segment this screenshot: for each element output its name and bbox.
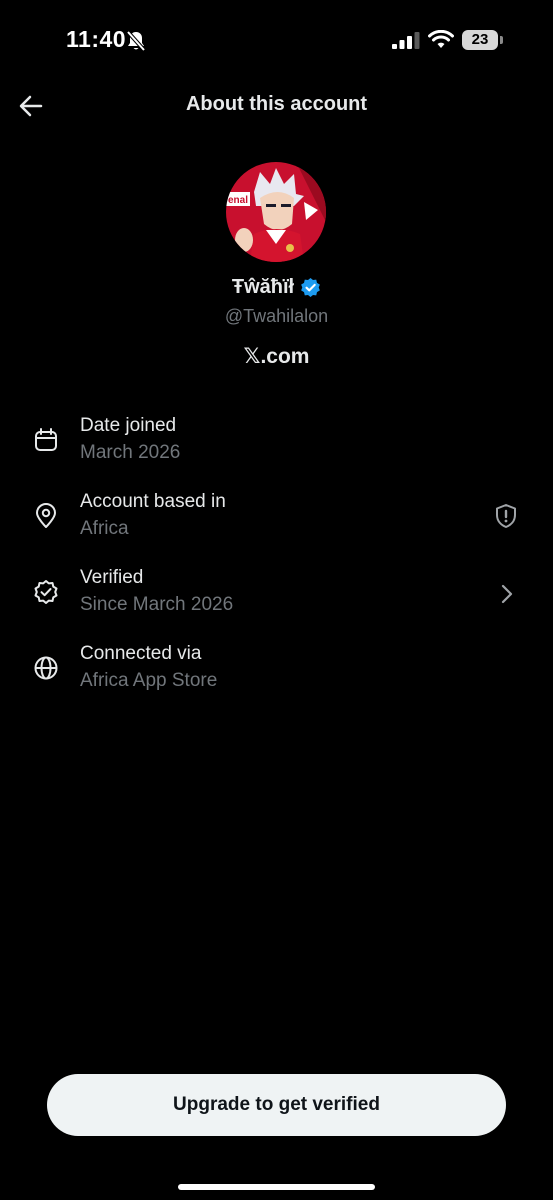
info-row-title: Account based in bbox=[80, 491, 226, 512]
info-row-date-joined: Date joined March 2026 bbox=[0, 415, 553, 479]
status-bar: 11:40 23 bbox=[0, 0, 553, 80]
display-name: Ŧŵăħïł bbox=[231, 276, 295, 298]
info-row-value: Since March 2026 bbox=[80, 594, 234, 615]
info-row-value: Africa bbox=[80, 518, 129, 539]
svg-text:enal: enal bbox=[228, 195, 248, 206]
username: @Twahilalon bbox=[224, 306, 329, 326]
calendar-icon bbox=[35, 428, 57, 451]
battery-icon: 23 bbox=[462, 30, 498, 50]
site-label: 𝕏.com bbox=[243, 345, 310, 368]
verified-badge-icon bbox=[301, 277, 320, 298]
status-time: 11:40 bbox=[66, 26, 127, 52]
location-pin-icon bbox=[36, 503, 56, 528]
avatar-image: enal bbox=[226, 162, 326, 262]
verified-check-icon bbox=[34, 580, 58, 604]
display-name-row: Ŧŵăħïł bbox=[0, 276, 553, 299]
info-row-account-based-in[interactable]: Account based in Africa bbox=[0, 491, 553, 555]
info-row-value: Africa App Store bbox=[80, 670, 218, 691]
info-row-verified[interactable]: Verified Since March 2026 bbox=[0, 567, 553, 631]
info-row-title: Verified bbox=[80, 567, 144, 588]
chevron-right-icon[interactable] bbox=[493, 581, 519, 607]
bell-slash-icon bbox=[126, 30, 146, 52]
avatar[interactable]: enal bbox=[226, 162, 326, 262]
upgrade-button[interactable]: Upgrade to get verified bbox=[47, 1074, 506, 1136]
info-row-title: Date joined bbox=[80, 415, 177, 436]
info-row-value: March 2026 bbox=[80, 442, 181, 463]
globe-icon bbox=[34, 656, 58, 680]
info-row-title: Connected via bbox=[80, 643, 202, 664]
battery-tip bbox=[500, 36, 503, 44]
shield-alert-icon[interactable] bbox=[493, 503, 519, 529]
home-indicator[interactable] bbox=[178, 1184, 375, 1190]
signal-icon bbox=[392, 32, 420, 49]
info-row-connected-via: Connected via Africa App Store bbox=[0, 643, 553, 707]
page-title: About this account bbox=[185, 93, 368, 115]
wifi-icon bbox=[428, 30, 454, 48]
